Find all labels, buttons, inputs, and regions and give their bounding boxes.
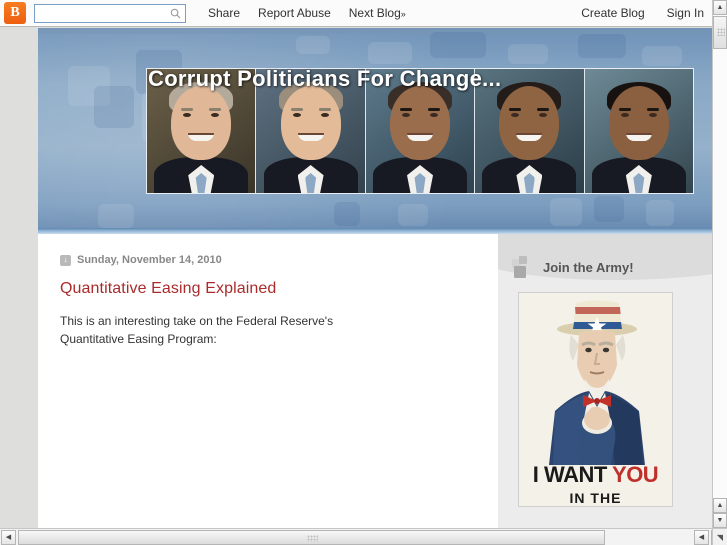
sidebar-column: Join the Army! I WANT YOU IN THE [498,234,712,528]
search-box[interactable] [34,3,186,23]
widget-title: Join the Army! [543,259,634,275]
deco-square [398,204,428,226]
vertical-scroll-thumb[interactable] [713,16,727,49]
deco-square [508,44,548,64]
deco-square [296,36,330,54]
deco-square [430,32,486,58]
blog-page: Corrupt Politicians For Change... ↓ Sund… [0,28,712,528]
poster-sub-text: IN THE [569,490,622,506]
deco-square [368,42,412,64]
deco-square [94,86,134,128]
nav-link-share[interactable]: Share [208,6,240,20]
squares-icon [512,256,534,278]
deco-square [334,202,360,226]
poster-you: YOU [612,462,659,487]
horizontal-scrollbar[interactable]: ◀ ◀ ▶ [0,528,727,545]
navbar-right-group: Create Blog Sign In [559,6,712,20]
post-date-row: ↓ Sunday, November 14, 2010 [60,254,476,266]
deco-square [594,196,624,222]
poster-i-want: I WANT [532,462,613,487]
horizontal-scroll-thumb[interactable] [18,529,605,545]
scroll-down-button[interactable]: ▼ [713,513,727,528]
uncle-sam-poster[interactable]: I WANT YOU IN THE [518,292,673,507]
calendar-down-arrow-icon: ↓ [60,254,71,266]
portrait-obama-5 [584,69,694,193]
deco-square [578,34,626,58]
nav-link-next-blog-label: Next Blog [348,6,401,20]
nav-link-sign-in[interactable]: Sign In [667,6,704,20]
nav-link-report-abuse[interactable]: Report Abuse [258,6,331,20]
deco-square [642,46,682,66]
deco-square [646,200,674,226]
blogger-navbar: B Share Report Abuse Next Blog» Create B… [0,0,712,27]
scroll-left-button-end[interactable]: ◀ [694,529,709,545]
scroll-up-button-bottom[interactable]: ▲ [713,498,727,513]
scroll-left-button[interactable]: ◀ [1,529,16,545]
blogger-logo[interactable]: B [4,2,26,24]
main-column: ↓ Sunday, November 14, 2010 Quantitative… [38,234,498,528]
widget-header: Join the Army! [512,256,712,278]
scroll-up-button[interactable]: ▲ [713,0,727,15]
blog-header-banner: Corrupt Politicians For Change... [38,28,712,228]
nav-link-create-blog[interactable]: Create Blog [581,6,644,20]
deco-square [550,198,582,226]
post-date: Sunday, November 14, 2010 [77,254,222,266]
resize-grip[interactable]: ◥ [712,528,727,545]
vertical-scrollbar[interactable]: ▲ ▲ ▼ [712,0,727,528]
content-columns: ↓ Sunday, November 14, 2010 Quantitative… [38,234,712,528]
next-blog-chevron-icon: » [400,9,406,19]
deco-square [98,204,134,228]
poster-main-text: I WANT YOU [519,462,672,488]
post-title[interactable]: Quantitative Easing Explained [60,280,476,298]
blog-post: ↓ Sunday, November 14, 2010 Quantitative… [38,234,498,348]
uncle-sam-illustration [549,300,645,465]
blog-title: Corrupt Politicians For Change... [148,66,502,91]
search-input[interactable] [38,5,166,21]
nav-link-next-blog[interactable]: Next Blog» [349,6,406,20]
search-icon [170,8,181,18]
post-body: This is an interesting take on the Feder… [60,314,334,346]
sidebar-widget: Join the Army! I WANT YOU IN THE [498,234,712,507]
